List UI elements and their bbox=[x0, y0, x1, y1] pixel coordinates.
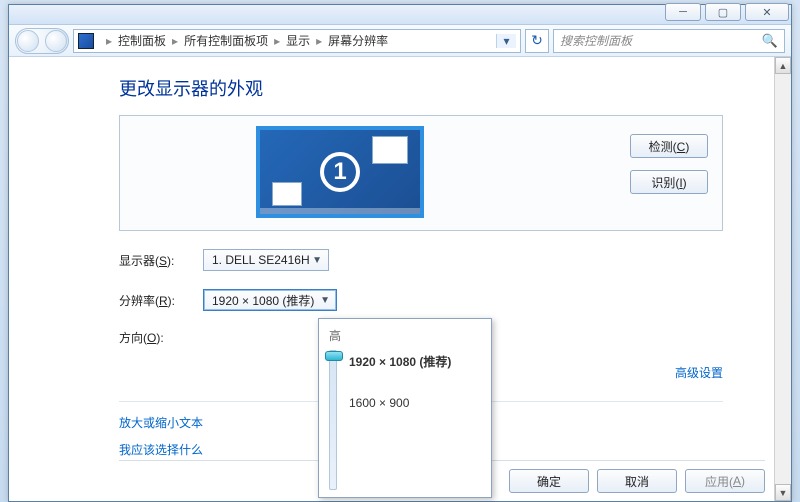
close-button[interactable]: ✕ bbox=[745, 3, 789, 21]
breadcrumb-item[interactable]: 显示 bbox=[286, 32, 310, 49]
resolution-option[interactable]: 1600 × 900 bbox=[349, 393, 483, 413]
search-input[interactable]: 搜索控制面板 🔍 bbox=[553, 29, 785, 53]
breadcrumb[interactable]: ▸ 控制面板 ▸ 所有控制面板项 ▸ 显示 ▸ 屏幕分辨率 ▾ bbox=[73, 29, 521, 53]
ok-button[interactable]: 确定 bbox=[509, 469, 589, 493]
monitor-preview-box: 1 检测(C) 识别(I) bbox=[119, 115, 723, 231]
refresh-button[interactable]: ↻ bbox=[525, 29, 549, 53]
apply-button[interactable]: 应用(A) bbox=[685, 469, 765, 493]
detect-button[interactable]: 检测(C) bbox=[630, 134, 708, 158]
display-combo[interactable]: 1. DELL SE2416H ▼ bbox=[203, 249, 329, 271]
slider-high-label: 高 bbox=[329, 329, 341, 343]
search-placeholder: 搜索控制面板 bbox=[560, 32, 632, 49]
monitor-number: 1 bbox=[320, 152, 360, 192]
maximize-button[interactable]: ▢ bbox=[705, 3, 741, 21]
identify-button[interactable]: 识别(I) bbox=[630, 170, 708, 194]
page-title: 更改显示器的外观 bbox=[119, 75, 761, 101]
breadcrumb-item[interactable]: 所有控制面板项 bbox=[184, 32, 268, 49]
scroll-down-icon[interactable]: ▼ bbox=[775, 484, 791, 501]
search-icon[interactable]: 🔍 bbox=[762, 33, 778, 49]
vertical-scrollbar[interactable]: ▲ ▼ bbox=[774, 57, 791, 501]
monitor-preview[interactable]: 1 bbox=[256, 126, 424, 218]
resolution-label: 分辨率(R): bbox=[119, 292, 203, 309]
breadcrumb-item[interactable]: 控制面板 bbox=[118, 32, 166, 49]
resolution-option[interactable]: 1920 × 1080 (推荐) bbox=[349, 350, 483, 373]
resolution-combo[interactable]: 1920 × 1080 (推荐) ▼ bbox=[203, 289, 337, 311]
chevron-down-icon: ▼ bbox=[320, 295, 330, 306]
control-panel-icon bbox=[78, 33, 94, 49]
titlebar: ─ ▢ ✕ bbox=[9, 5, 791, 25]
minimize-button[interactable]: ─ bbox=[665, 3, 701, 21]
breadcrumb-item[interactable]: 屏幕分辨率 bbox=[328, 32, 388, 49]
nav-back-forward[interactable] bbox=[15, 28, 69, 54]
display-label: 显示器(S): bbox=[119, 252, 203, 269]
cancel-button[interactable]: 取消 bbox=[597, 469, 677, 493]
scroll-up-icon[interactable]: ▲ bbox=[775, 57, 791, 74]
address-bar: ▸ 控制面板 ▸ 所有控制面板项 ▸ 显示 ▸ 屏幕分辨率 ▾ ↻ 搜索控制面板… bbox=[9, 25, 791, 57]
resolution-slider[interactable] bbox=[329, 350, 337, 490]
resolution-popup: 高 1920 × 1080 (推荐) 1600 × 900 bbox=[318, 318, 492, 498]
orientation-label: 方向(O): bbox=[119, 329, 203, 346]
slider-thumb[interactable] bbox=[325, 351, 343, 361]
chevron-down-icon: ▼ bbox=[312, 255, 322, 266]
